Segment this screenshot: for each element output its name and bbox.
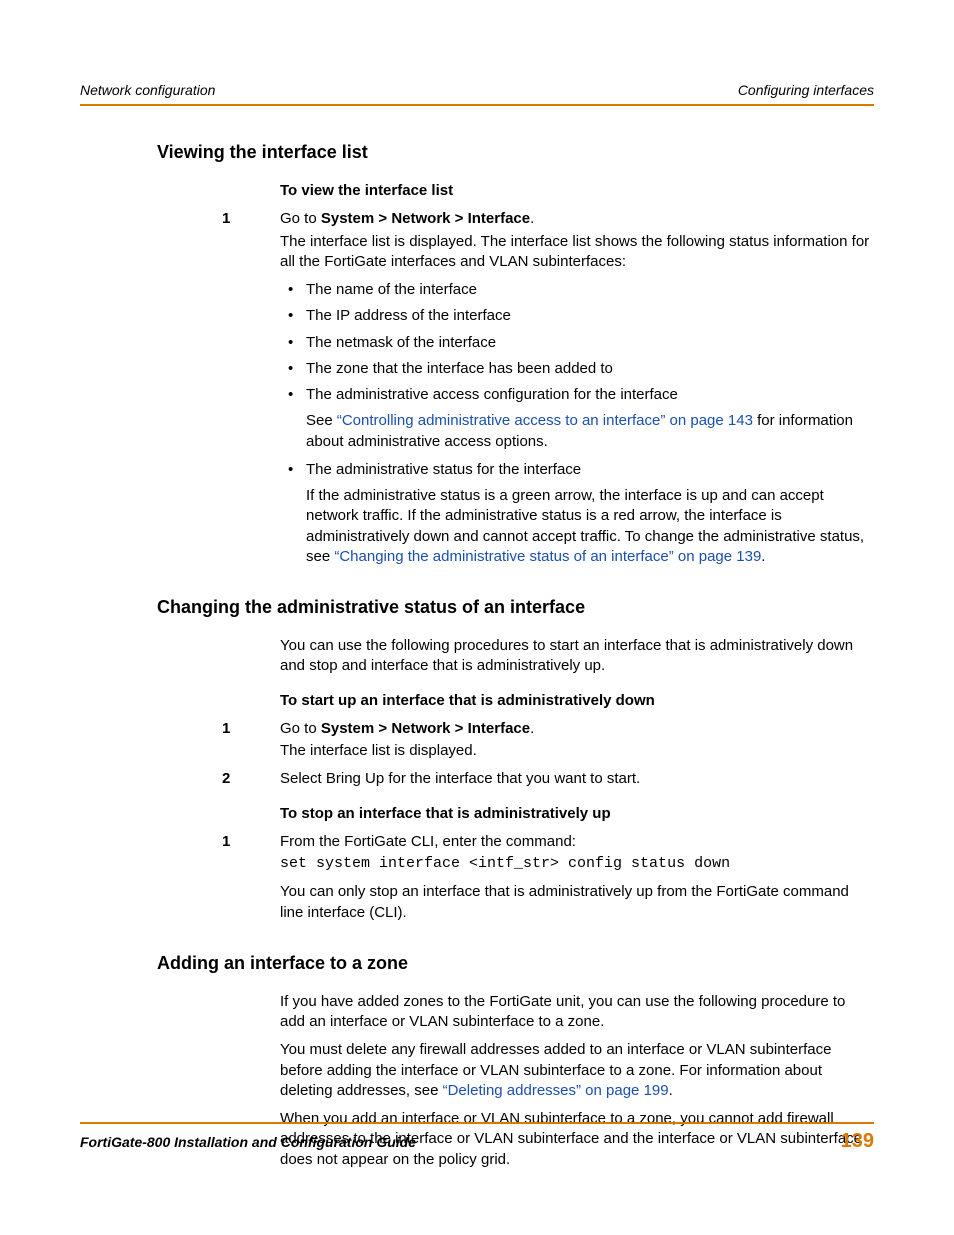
link-changing-admin-status[interactable]: “Changing the administrative status of a… bbox=[334, 548, 761, 565]
step-text-post: . bbox=[530, 720, 534, 737]
page: Network configuration Configuring interf… bbox=[0, 0, 954, 1235]
step-1-description: The interface list is displayed. The int… bbox=[280, 232, 874, 273]
link-controlling-admin-access[interactable]: “Controlling administrative access to an… bbox=[337, 412, 753, 429]
section2-intro: You can use the following procedures to … bbox=[280, 636, 874, 677]
header-right: Configuring interfaces bbox=[738, 82, 874, 98]
bullet-admin-access: The administrative access configuration … bbox=[306, 385, 874, 405]
link-deleting-addresses[interactable]: “Deleting addresses” on page 199 bbox=[443, 1082, 669, 1099]
bullet-netmask: The netmask of the interface bbox=[306, 333, 874, 353]
heading-adding-interface-zone: Adding an interface to a zone bbox=[80, 953, 874, 974]
step-text-pre: Go to bbox=[280, 210, 321, 227]
cli-command: set system interface <intf_str> config s… bbox=[280, 854, 874, 874]
step-number: 1 bbox=[222, 719, 230, 739]
subheading-stop-interface: To stop an interface that is administrat… bbox=[280, 804, 874, 824]
bullet-admin-access-note: See “Controlling administrative access t… bbox=[306, 411, 874, 452]
footer-title: FortiGate-800 Installation and Configura… bbox=[80, 1134, 416, 1150]
step-text: Select Bring Up for the interface that y… bbox=[280, 770, 640, 787]
s2b-note: You can only stop an interface that is a… bbox=[280, 882, 874, 923]
step-number: 2 bbox=[222, 769, 230, 789]
s2-step-2: 2 Select Bring Up for the interface that… bbox=[280, 769, 874, 789]
nav-path: System > Network > Interface bbox=[321, 720, 530, 737]
note-post: . bbox=[761, 548, 765, 565]
bullet-admin-status-note: If the administrative status is a green … bbox=[306, 486, 874, 567]
s2b-step-1: 1 From the FortiGate CLI, enter the comm… bbox=[280, 832, 874, 852]
header-left: Network configuration bbox=[80, 82, 215, 98]
heading-changing-admin-status: Changing the administrative status of an… bbox=[80, 597, 874, 618]
s2-step-1-desc: The interface list is displayed. bbox=[280, 741, 874, 761]
step-1-goto: 1 Go to System > Network > Interface. bbox=[280, 209, 874, 229]
content-area: Viewing the interface list To view the i… bbox=[80, 106, 874, 1170]
s2-step-1: 1 Go to System > Network > Interface. bbox=[280, 719, 874, 739]
running-header: Network configuration Configuring interf… bbox=[80, 82, 874, 106]
bullet-ip-address: The IP address of the interface bbox=[306, 306, 874, 326]
p2-post: . bbox=[669, 1082, 673, 1099]
step-text-pre: Go to bbox=[280, 720, 321, 737]
heading-viewing-interface-list: Viewing the interface list bbox=[80, 142, 874, 163]
step-number: 1 bbox=[222, 209, 230, 229]
subheading-start-interface: To start up an interface that is adminis… bbox=[280, 691, 874, 711]
bullet-admin-status: The administrative status for the interf… bbox=[306, 460, 874, 480]
page-number: 139 bbox=[841, 1130, 874, 1153]
bullet-interface-name: The name of the interface bbox=[306, 280, 874, 300]
subheading-view-interface-list: To view the interface list bbox=[280, 181, 874, 201]
section3-p2: You must delete any firewall addresses a… bbox=[280, 1040, 874, 1101]
note-pre: See bbox=[306, 412, 337, 429]
running-footer: FortiGate-800 Installation and Configura… bbox=[80, 1122, 874, 1153]
nav-path: System > Network > Interface bbox=[321, 210, 530, 227]
section3-p1: If you have added zones to the FortiGate… bbox=[280, 992, 874, 1033]
step-text: From the FortiGate CLI, enter the comman… bbox=[280, 833, 576, 850]
step-text-post: . bbox=[530, 210, 534, 227]
step-number: 1 bbox=[222, 832, 230, 852]
bullet-zone: The zone that the interface has been add… bbox=[306, 359, 874, 379]
